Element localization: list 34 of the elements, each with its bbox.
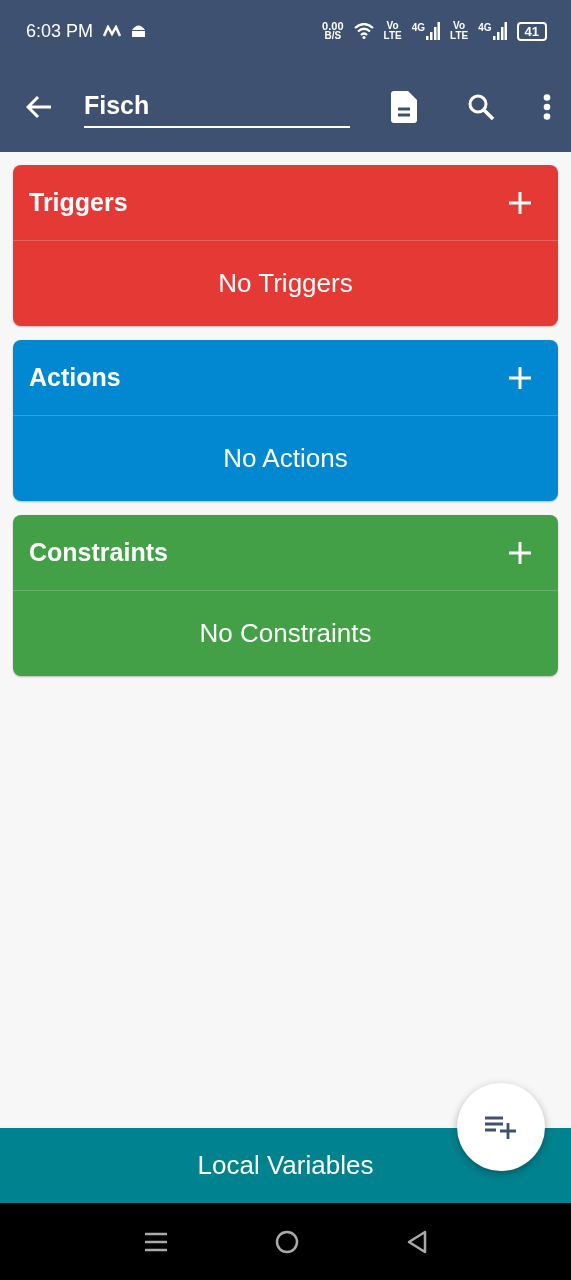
network-type: 4G xyxy=(411,22,426,33)
back-arrow-icon xyxy=(26,95,52,119)
empty-message: No Constraints xyxy=(199,618,372,649)
battery-level: 41 xyxy=(516,21,547,41)
volte-label: Vo xyxy=(453,21,466,31)
plus-icon xyxy=(508,190,532,215)
plus-icon xyxy=(508,365,532,390)
network-type: 4G xyxy=(478,22,492,33)
more-vert-icon xyxy=(543,94,551,120)
volte-label: Vo xyxy=(386,21,399,31)
add-variable-button[interactable] xyxy=(457,1083,545,1171)
signal-icon xyxy=(426,22,441,40)
section-title: Triggers xyxy=(29,188,128,217)
menu-icon xyxy=(144,1231,167,1252)
speed-value: 0.00 xyxy=(322,21,344,31)
status-time: 6:03 PM xyxy=(26,20,94,42)
volte-label: LTE xyxy=(383,31,402,41)
signal-icon xyxy=(492,22,507,40)
macro-name-field[interactable]: Fisch xyxy=(84,86,350,128)
notification-icon xyxy=(103,25,122,37)
speed-unit: B/S xyxy=(324,31,342,41)
empty-message: No Triggers xyxy=(218,268,353,299)
search-icon xyxy=(467,93,495,121)
section-title: Actions xyxy=(29,363,121,392)
playlist-add-icon xyxy=(485,1115,517,1139)
section-title: Constraints xyxy=(29,538,168,567)
home-icon xyxy=(274,1229,299,1254)
wifi-icon xyxy=(353,23,374,39)
plus-icon xyxy=(508,540,532,565)
document-icon xyxy=(391,91,417,123)
local-variables-button[interactable]: Local Variables xyxy=(0,1128,571,1203)
volte-label: LTE xyxy=(450,31,469,41)
empty-message: No Actions xyxy=(223,443,348,474)
triangle-back-icon xyxy=(406,1229,427,1254)
